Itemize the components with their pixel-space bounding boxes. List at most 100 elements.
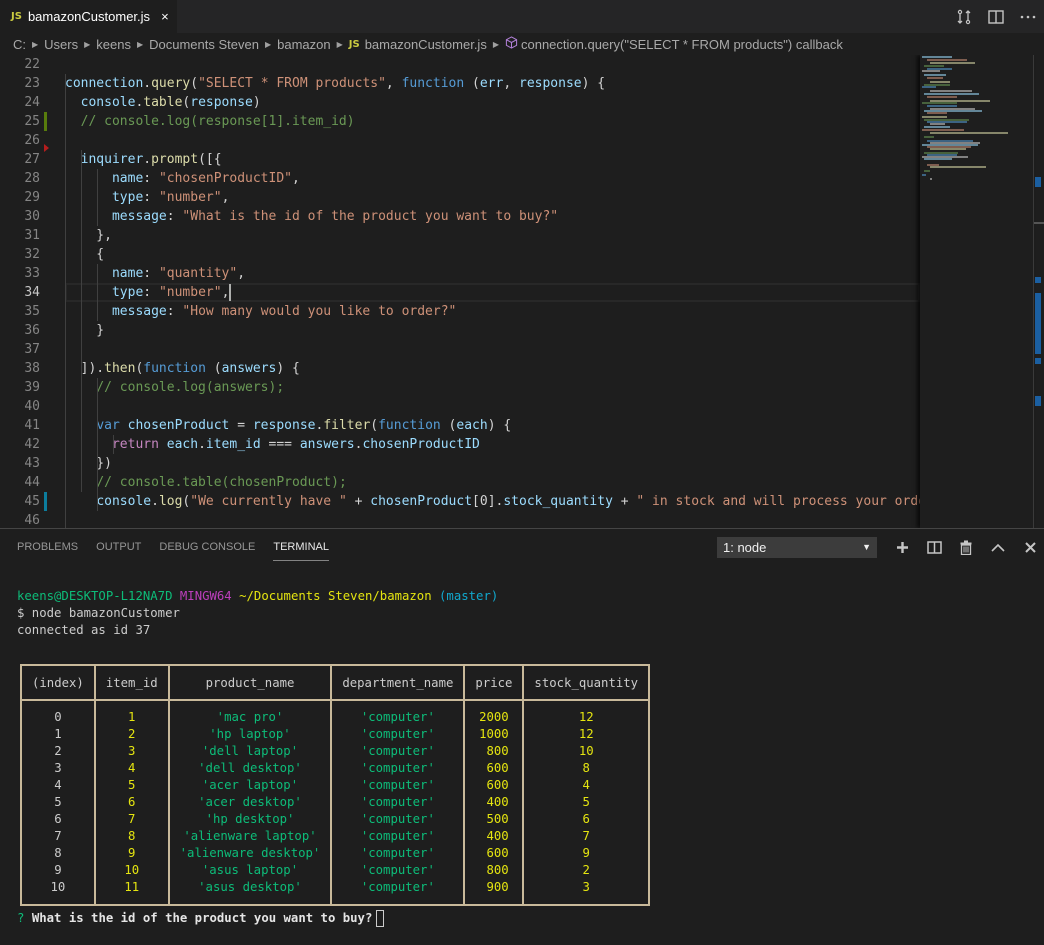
line-number: 26 [24, 133, 40, 148]
scrollbar-change-marker [1035, 396, 1041, 406]
breadcrumb-item[interactable]: Documents Steven [149, 37, 259, 52]
split-terminal-icon[interactable] [918, 537, 950, 558]
table-cell: 'computer' [330, 845, 466, 862]
table-cell: 2 [93, 726, 170, 743]
minimap-line [924, 74, 946, 76]
tab-debug-console[interactable]: DEBUG CONSOLE [159, 529, 255, 565]
close-icon[interactable]: × [161, 9, 169, 24]
console-table: (index) item_id product_name department_nam… [20, 664, 651, 906]
line-number: 36 [24, 323, 40, 338]
code-line[interactable]: 38 ]).then(function (answers) { [0, 359, 920, 378]
table-cell: 10 [522, 743, 651, 760]
code-editor[interactable]: 22 23 connection.query("SELECT * FROM prod… [0, 55, 1044, 528]
code-line[interactable]: 33 name: "quantity", [0, 264, 920, 283]
minimap-line [930, 90, 972, 92]
deleted-lines-marker[interactable] [44, 144, 49, 152]
tab-terminal[interactable]: TERMINAL [273, 529, 329, 565]
code-line[interactable]: 26 [0, 131, 920, 150]
table-cell: 'hp desktop' [167, 811, 333, 828]
code-text: }, [65, 228, 112, 243]
scrollbar-thumb[interactable] [1034, 222, 1044, 224]
minimap-line [924, 170, 930, 172]
line-number: 30 [24, 209, 40, 224]
code-line[interactable]: 45 console.log("We currently have " + ch… [0, 492, 933, 511]
prompt-user: keens@DESKTOP-L12NA7D [17, 589, 173, 603]
gutter-change-marker[interactable] [44, 492, 47, 511]
table-cell: 800 [463, 743, 525, 760]
code-line[interactable]: 22 [0, 55, 920, 74]
more-actions-icon[interactable] [1012, 0, 1044, 33]
close-icon[interactable] [1014, 537, 1044, 558]
table-row: 0 1'mac pro''computer' 2000 12 [20, 700, 651, 726]
table-cell: 10 [93, 862, 170, 879]
chevron-right-icon: ▶ [32, 39, 39, 49]
editor-vertical-scrollbar[interactable] [1033, 55, 1044, 528]
breadcrumb-item[interactable]: keens [96, 37, 131, 52]
table-row: 9 10'asus laptop''computer' 800 2 [20, 862, 651, 879]
code-line[interactable]: 31 }, [0, 226, 920, 245]
split-editor-icon[interactable] [980, 0, 1012, 33]
new-terminal-icon[interactable] [886, 537, 918, 558]
table-cell: 'dell laptop' [167, 743, 333, 760]
breadcrumb-item[interactable]: C: [13, 37, 26, 52]
line-number: 29 [24, 190, 40, 205]
table-cell: 'alienware desktop' [167, 845, 333, 862]
prompt-branch: (master) [439, 589, 499, 603]
code-line[interactable]: 27 inquirer.prompt([{ [0, 150, 920, 169]
code-line[interactable]: 34 type: "number", [0, 283, 920, 302]
table-cell: 'computer' [330, 811, 466, 828]
code-line[interactable]: 46 [0, 511, 920, 528]
code-text: connection.query("SELECT * FROM products… [65, 76, 606, 91]
trash-icon[interactable] [950, 537, 982, 558]
table-cell: 4 [93, 760, 170, 777]
open-changes-icon[interactable] [948, 0, 980, 33]
code-line[interactable]: 30 message: "What is the id of the produ… [0, 207, 920, 226]
minimap[interactable] [920, 55, 1033, 528]
question-mark: ? [17, 911, 25, 925]
indent-guide [81, 150, 82, 492]
table-cell: 3 [522, 879, 651, 906]
code-line[interactable]: 44 // console.table(chosenProduct); [0, 473, 920, 492]
code-line[interactable]: 23 connection.query("SELECT * FROM produc… [0, 74, 920, 93]
table-cell: 'computer' [330, 794, 466, 811]
breadcrumb-item[interactable]: bamazon [277, 37, 330, 52]
code-line[interactable]: 42 return each.item_id === answers.chose… [0, 435, 920, 454]
code-line[interactable]: 37 [0, 340, 920, 359]
chevron-up-icon[interactable] [982, 537, 1014, 558]
inquirer-prompt[interactable]: ? What is the id of the product you want… [17, 910, 385, 927]
terminal-select[interactable]: 1: node ▼ [717, 537, 877, 558]
code-line[interactable]: 25 // console.log(response[1].item_id) [0, 112, 920, 131]
bottom-panel: PROBLEMS OUTPUT DEBUG CONSOLE TERMINAL 1… [0, 528, 1044, 945]
line-number: 42 [24, 437, 40, 452]
code-line[interactable]: 28 name: "chosenProductID", [0, 169, 920, 188]
code-line[interactable]: 40 [0, 397, 920, 416]
code-line[interactable]: 32 { [0, 245, 920, 264]
code-line[interactable]: 36 } [0, 321, 920, 340]
table-cell: 5 [20, 794, 96, 811]
column-header: product_name [167, 664, 333, 701]
code-text: return each.item_id === answers.chosenPr… [111, 437, 480, 452]
code-line[interactable]: 41 var chosenProduct = response.filter(f… [0, 416, 920, 435]
tab-bamazoncustomer-js[interactable]: JS bamazonCustomer.js × [0, 0, 177, 33]
tab-output[interactable]: OUTPUT [96, 529, 141, 565]
code-line[interactable]: 24 console.table(response) [0, 93, 920, 112]
table-cell: 12 [522, 726, 651, 743]
code-text: { [65, 247, 105, 262]
code-line[interactable]: 29 type: "number", [0, 188, 920, 207]
gutter-change-marker[interactable] [44, 112, 47, 131]
table-row: 4 5'acer laptop''computer' 600 4 [20, 777, 651, 794]
code-text: inquirer.prompt([{ [80, 152, 222, 167]
code-line[interactable]: 39 // console.log(answers); [0, 378, 920, 397]
tab-problems[interactable]: PROBLEMS [17, 529, 78, 565]
code-line[interactable]: 43 }) [0, 454, 920, 473]
breadcrumb-symbol[interactable]: connection.query("SELECT * FROM products… [521, 37, 843, 52]
table-cell: 2 [522, 862, 651, 879]
code-text: console.table(response) [80, 95, 261, 110]
breadcrumb-file[interactable]: bamazonCustomer.js [365, 37, 487, 52]
terminal-output[interactable]: keens@DESKTOP-L12NA7D MINGW64 ~/Document… [17, 588, 498, 639]
code-line[interactable]: 35 message: "How many would you like to … [0, 302, 920, 321]
table-cell: 'computer' [330, 760, 466, 777]
table-cell: 4 [20, 777, 96, 794]
minimap-line [922, 70, 940, 72]
breadcrumb-item[interactable]: Users [44, 37, 78, 52]
